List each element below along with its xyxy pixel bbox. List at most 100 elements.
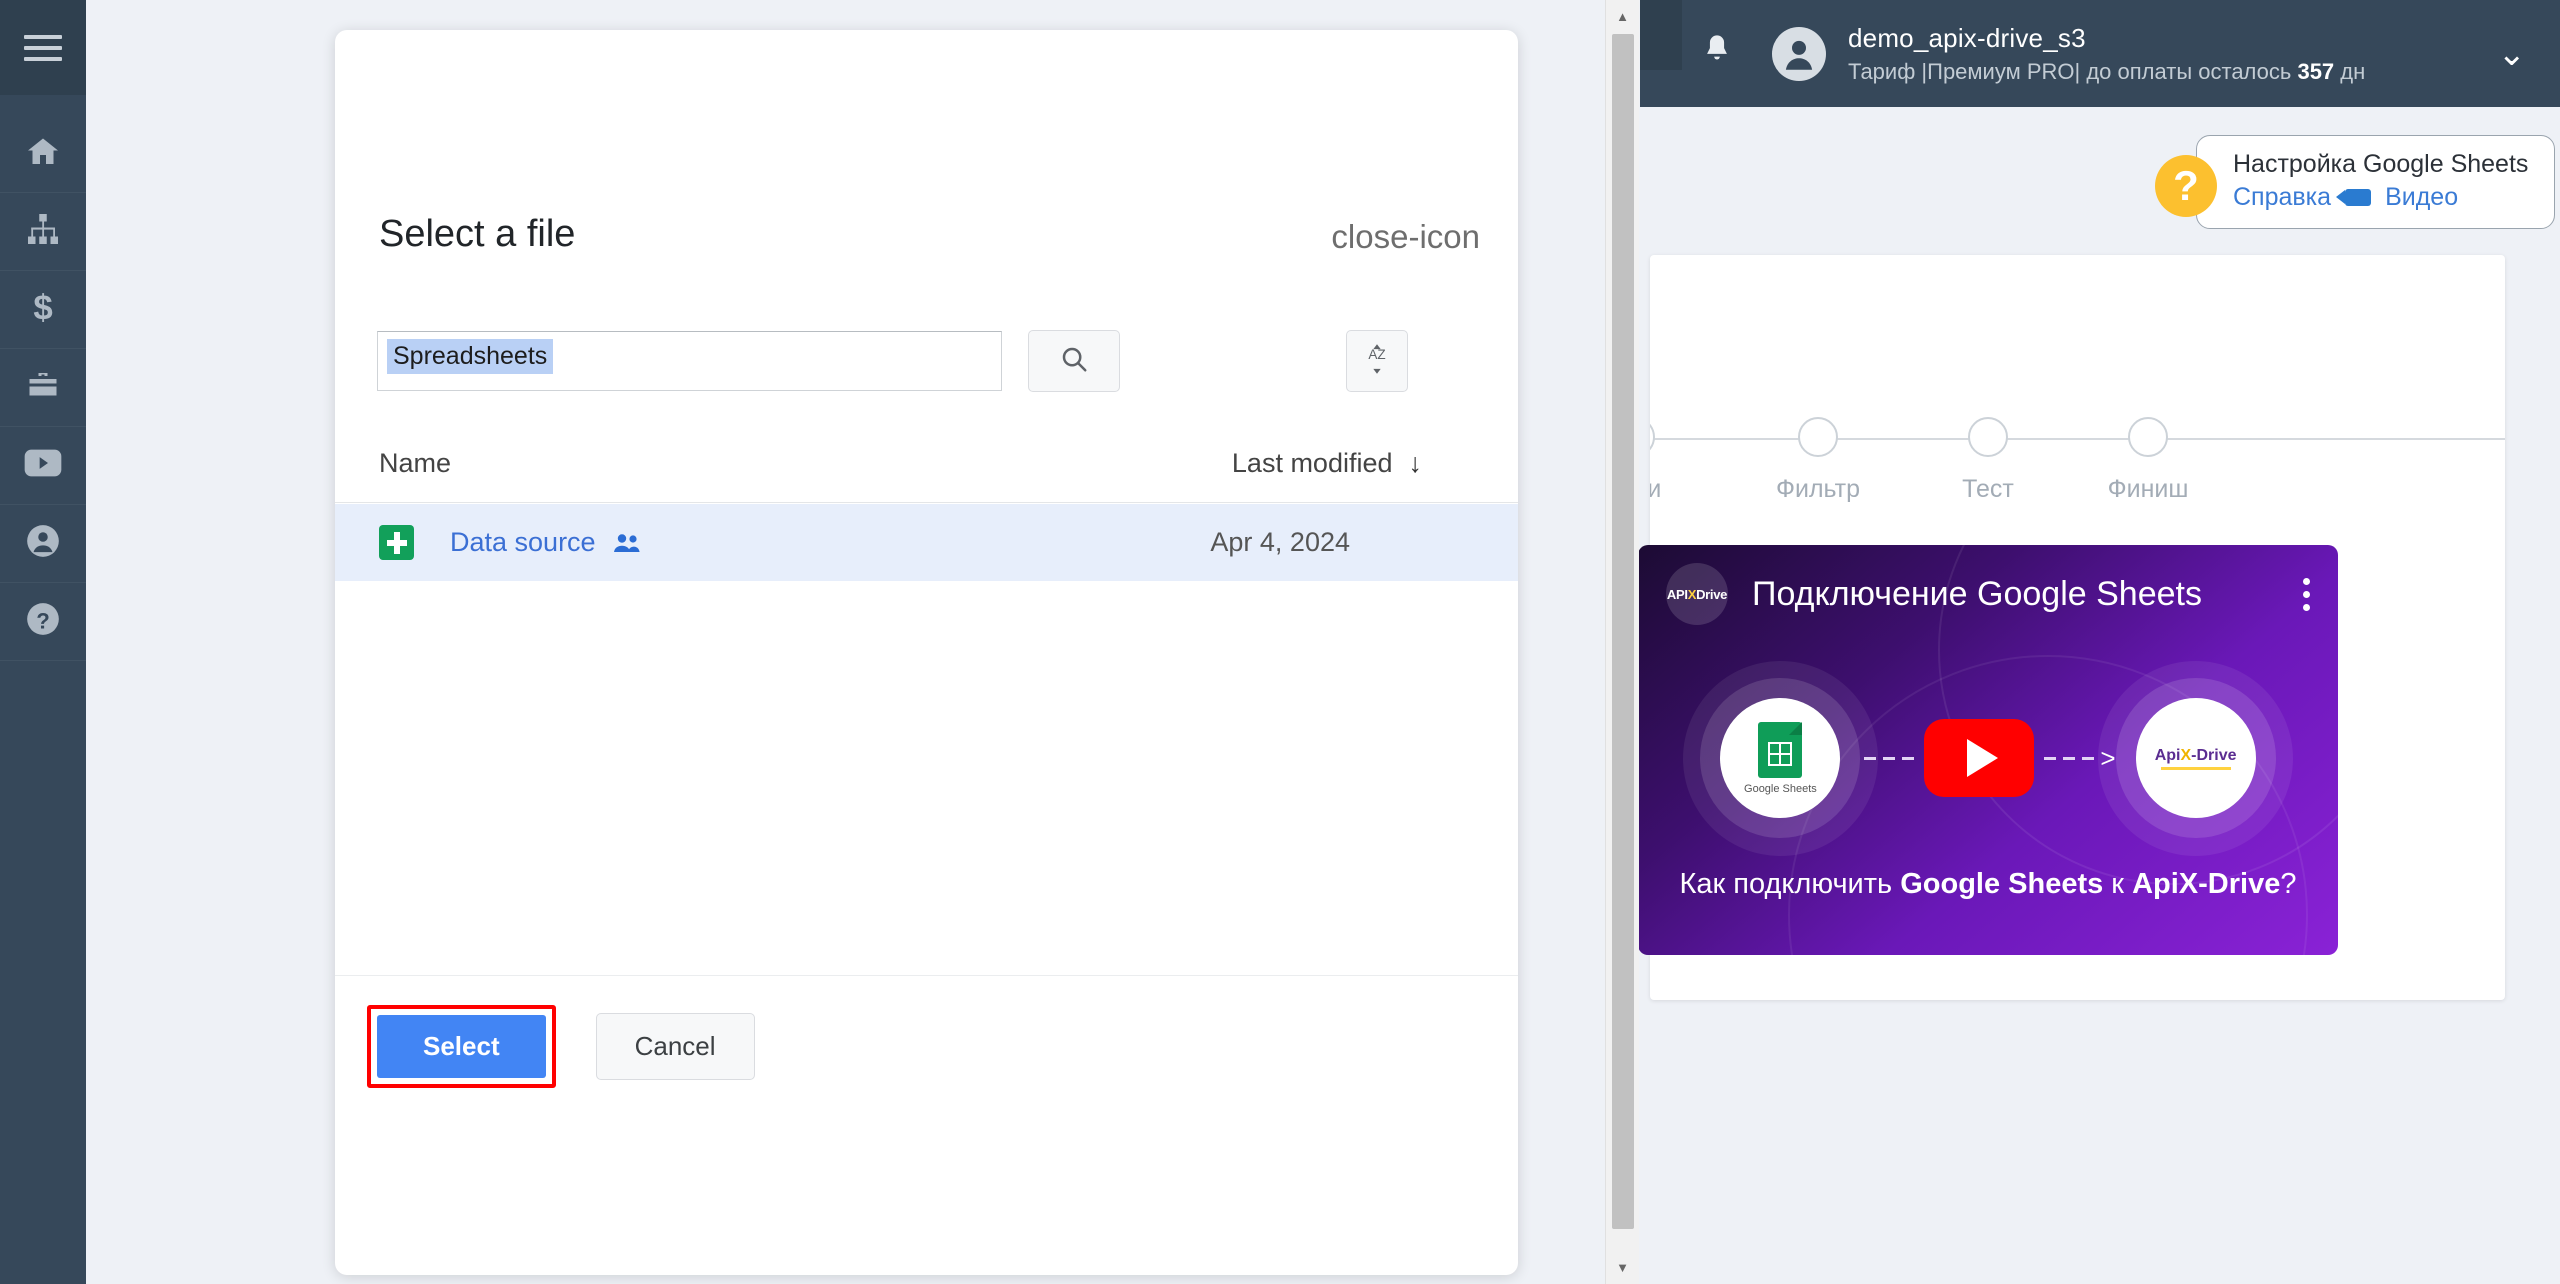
logo-x: X xyxy=(1687,586,1697,602)
file-name-link[interactable]: Data source xyxy=(450,527,596,558)
bell-icon[interactable] xyxy=(1700,32,1734,75)
sidebar-item-video[interactable] xyxy=(0,427,86,505)
stepper-label: Финиш xyxy=(2107,475,2189,503)
plan-days: 357 xyxy=(2297,58,2335,84)
briefcase-icon xyxy=(23,367,63,408)
search-row: AZ xyxy=(377,330,1408,392)
google-sheets-label: Google Sheets xyxy=(1744,782,1817,795)
search-icon xyxy=(1059,344,1089,379)
svg-text:$: $ xyxy=(33,289,52,326)
stepper-step-2[interactable]: Тест xyxy=(1918,395,2058,504)
stepper-dot xyxy=(1798,417,1838,457)
help-badge-icon[interactable]: ? xyxy=(2155,155,2217,217)
video-header: APIXDrive Подключение Google Sheets xyxy=(1638,545,2338,643)
sitemap-icon xyxy=(23,211,63,252)
youtube-icon xyxy=(23,448,63,483)
google-sheets-file-icon xyxy=(379,525,414,560)
sidebar-item-help[interactable]: ? xyxy=(0,583,86,661)
search-button[interactable] xyxy=(1028,330,1120,392)
sort-button[interactable]: AZ xyxy=(1346,330,1408,392)
scroll-up-arrow-icon[interactable]: ▲ xyxy=(1606,10,1639,23)
shared-people-icon xyxy=(612,532,642,554)
page-scrollbar[interactable]: ▲ ▼ xyxy=(1605,0,1639,1284)
user-name: demo_apix-drive_s3 xyxy=(1848,23,2086,53)
hamburger-icon[interactable] xyxy=(24,34,62,61)
left-sidebar: $ ? xyxy=(0,0,86,1284)
cancel-button[interactable]: Cancel xyxy=(595,1013,755,1080)
stepper-dot xyxy=(1968,417,2008,457)
chevron-down-icon[interactable]: ⌄ xyxy=(2498,37,2527,71)
stepper-label: Тест xyxy=(1962,475,2014,503)
dollar-icon: $ xyxy=(23,288,63,331)
search-input[interactable] xyxy=(377,331,1002,391)
user-circle-icon xyxy=(23,522,63,565)
video-thumbnail-body: Google Sheets > ApiX-Drive xyxy=(1638,643,2338,873)
apixdrive-logo-icon: APIXDrive xyxy=(1666,563,1728,625)
page-scrollbar-thumb[interactable] xyxy=(1612,34,1634,1229)
sidebar-item-account[interactable] xyxy=(0,505,86,583)
column-header-last-modified[interactable]: Last modified ↓ xyxy=(1232,448,1422,479)
home-icon xyxy=(23,134,63,175)
video-link[interactable]: Видео xyxy=(2385,183,2458,212)
avatar[interactable] xyxy=(1772,26,1826,81)
logo-api: API xyxy=(1666,586,1688,602)
help-tooltip: Настройка Google Sheets Справка Видео xyxy=(2196,135,2556,229)
sidebar-item-home[interactable] xyxy=(0,115,86,193)
api-text: Api xyxy=(2154,746,2181,764)
sidebar-item-billing[interactable]: $ xyxy=(0,271,86,349)
top-header-bar: demo_apix-drive_s3 Тариф |Премиум PRO| д… xyxy=(1640,0,2560,107)
app-root: $ ? demo_apix-drive_s3 Тариф |Премиум PR… xyxy=(0,0,2560,1284)
video-camera-icon xyxy=(2336,189,2372,206)
stepper-dot xyxy=(2128,417,2168,457)
plan-prefix: Тариф |Премиум PRO| до оплаты осталось xyxy=(1848,58,2298,84)
help-title: Настройка Google Sheets xyxy=(2233,150,2529,178)
help-links: Справка Видео xyxy=(2233,183,2528,212)
stepper-step-3[interactable]: Финиш xyxy=(2078,395,2218,504)
scroll-down-arrow-icon[interactable]: ▼ xyxy=(1606,1261,1639,1274)
select-button-highlight: Select xyxy=(367,1005,556,1088)
caption-post: ? xyxy=(2280,868,2297,900)
stepper-step-0[interactable]: ойки xyxy=(1650,395,1705,504)
modal-divider xyxy=(335,975,1518,976)
logo-underline xyxy=(2160,766,2231,770)
column-label: Last modified xyxy=(1231,448,1393,478)
svg-text:AZ: AZ xyxy=(1368,347,1385,362)
sort-descending-icon: ↓ xyxy=(1408,448,1423,478)
drive-text: -Drive xyxy=(2191,746,2237,764)
caption-bold-1: Google Sheets xyxy=(1900,868,2104,900)
play-button-icon[interactable] xyxy=(1924,719,2035,797)
file-picker-modal: Select a file close-icon AZ xyxy=(335,30,1518,1275)
select-button[interactable]: Select xyxy=(377,1015,546,1078)
sidebar-menu-toggle[interactable] xyxy=(0,0,86,95)
google-sheets-icon xyxy=(1758,721,1803,778)
plan-suffix: дн xyxy=(2334,58,2366,84)
video-title: Подключение Google Sheets xyxy=(1752,574,2202,613)
user-info: demo_apix-drive_s3 Тариф |Премиум PRO| д… xyxy=(1848,22,2365,85)
svg-text:?: ? xyxy=(36,609,50,634)
video-preview-card[interactable]: APIXDrive Подключение Google Sheets Goog… xyxy=(1638,545,2338,955)
video-caption: Как подключить Google Sheets к ApiX-Driv… xyxy=(1638,868,2338,901)
modal-actions: Select Cancel xyxy=(335,1005,1518,1088)
table-row[interactable]: Data source Apr 4, 2024 xyxy=(335,504,1518,581)
sort-az-icon: AZ xyxy=(1362,343,1392,380)
kebab-menu-icon[interactable] xyxy=(2303,577,2310,611)
sidebar-item-connections[interactable] xyxy=(0,193,86,271)
file-last-modified: Apr 4, 2024 xyxy=(1210,527,1350,557)
apixdrive-logo-text: ApiX-Drive xyxy=(2155,747,2237,765)
caption-pre: Как подключить xyxy=(1679,868,1901,900)
caption-mid: к xyxy=(2103,868,2133,900)
dashed-connector xyxy=(2044,756,2095,760)
column-header-name[interactable]: Name xyxy=(379,448,451,479)
caption-bold-2: ApiX-Drive xyxy=(2132,868,2281,900)
stepper-label: Фильтр xyxy=(1776,475,1860,503)
stepper-dot xyxy=(1650,417,1655,457)
help-link[interactable]: Справка xyxy=(2233,183,2331,212)
sidebar-nav-list: $ ? xyxy=(0,95,86,661)
stepper-label: ойки xyxy=(1650,475,1662,503)
close-icon[interactable]: close-icon xyxy=(1331,220,1480,253)
google-sheets-badge: Google Sheets xyxy=(1682,660,1878,856)
stepper-step-1[interactable]: Фильтр xyxy=(1748,395,1888,504)
user-plan: Тариф |Премиум PRO| до оплаты осталось 3… xyxy=(1848,58,2365,86)
sidebar-item-services[interactable] xyxy=(0,349,86,427)
modal-title: Select a file xyxy=(379,213,576,255)
